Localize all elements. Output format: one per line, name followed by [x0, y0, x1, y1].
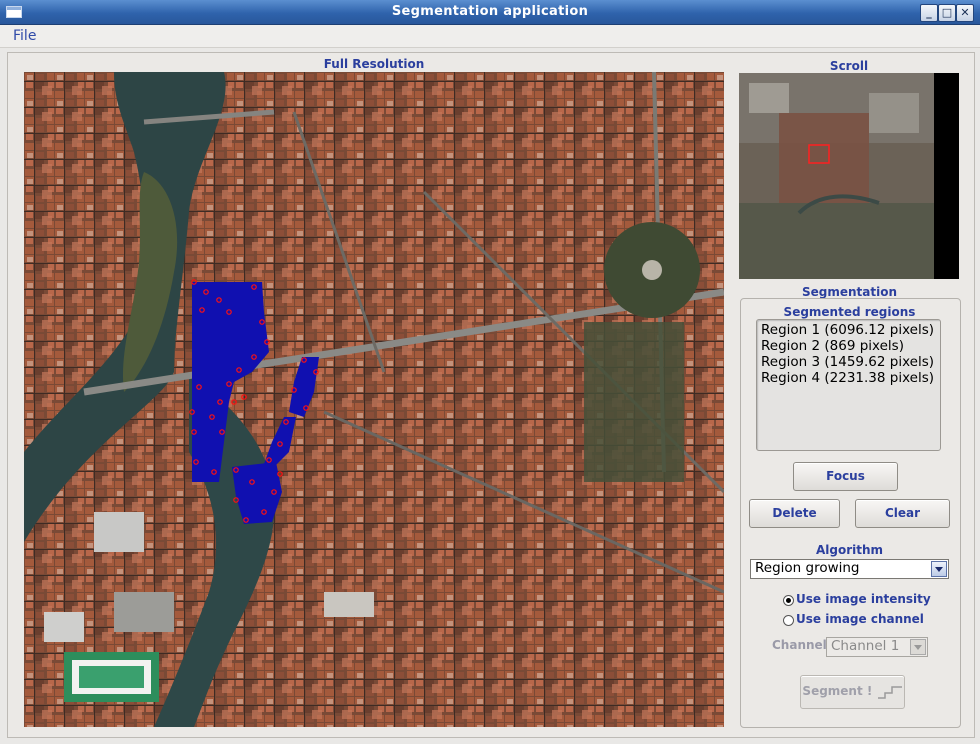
- delete-button[interactable]: Delete: [749, 499, 840, 528]
- maximize-icon[interactable]: □: [938, 4, 956, 22]
- focus-button[interactable]: Focus: [793, 462, 898, 491]
- list-item[interactable]: Region 2 (869 pixels): [757, 338, 940, 354]
- radio-use-channel[interactable]: [783, 615, 794, 626]
- algorithm-value: Region growing: [755, 560, 860, 576]
- radio-use-intensity[interactable]: [783, 595, 794, 606]
- chevron-down-icon: [910, 639, 926, 655]
- title-bar: Segmentation application _ □ ✕: [0, 0, 980, 25]
- channel-value: Channel 1: [831, 638, 900, 654]
- overview-image: [739, 73, 959, 279]
- segment-button: Segment !: [800, 675, 905, 709]
- scroll-overview[interactable]: [739, 73, 959, 279]
- scroll-label: Scroll: [829, 59, 869, 73]
- chevron-down-icon[interactable]: [931, 561, 947, 577]
- menu-file[interactable]: File: [13, 28, 36, 44]
- close-icon[interactable]: ✕: [956, 4, 974, 22]
- segmentation-label: Segmentation: [801, 285, 898, 299]
- radio-use-intensity-label[interactable]: Use image intensity: [796, 592, 931, 606]
- window-title: Segmentation application: [391, 4, 589, 19]
- algorithm-label: Algorithm: [815, 543, 884, 557]
- channel-label: Channel: [772, 638, 827, 652]
- segment-button-label: Segment !: [802, 684, 873, 698]
- list-item[interactable]: Region 3 (1459.62 pixels): [757, 354, 940, 370]
- segmented-regions-list[interactable]: Region 1 (6096.12 pixels) Region 2 (869 …: [756, 319, 941, 451]
- minimize-icon[interactable]: _: [920, 4, 938, 22]
- algorithm-select[interactable]: Region growing: [750, 559, 949, 579]
- list-item[interactable]: Region 4 (2231.38 pixels): [757, 370, 940, 386]
- menu-bar: File: [0, 25, 980, 48]
- segmented-regions-label: Segmented regions: [783, 305, 916, 319]
- full-resolution-view[interactable]: [24, 72, 724, 727]
- satellite-image: [24, 72, 724, 727]
- step-function-icon: [877, 685, 902, 699]
- list-item[interactable]: Region 1 (6096.12 pixels): [757, 322, 940, 338]
- clear-button[interactable]: Clear: [855, 499, 950, 528]
- channel-select: Channel 1: [826, 637, 928, 657]
- full-resolution-label: Full Resolution: [323, 57, 425, 71]
- radio-use-channel-label[interactable]: Use image channel: [796, 612, 924, 626]
